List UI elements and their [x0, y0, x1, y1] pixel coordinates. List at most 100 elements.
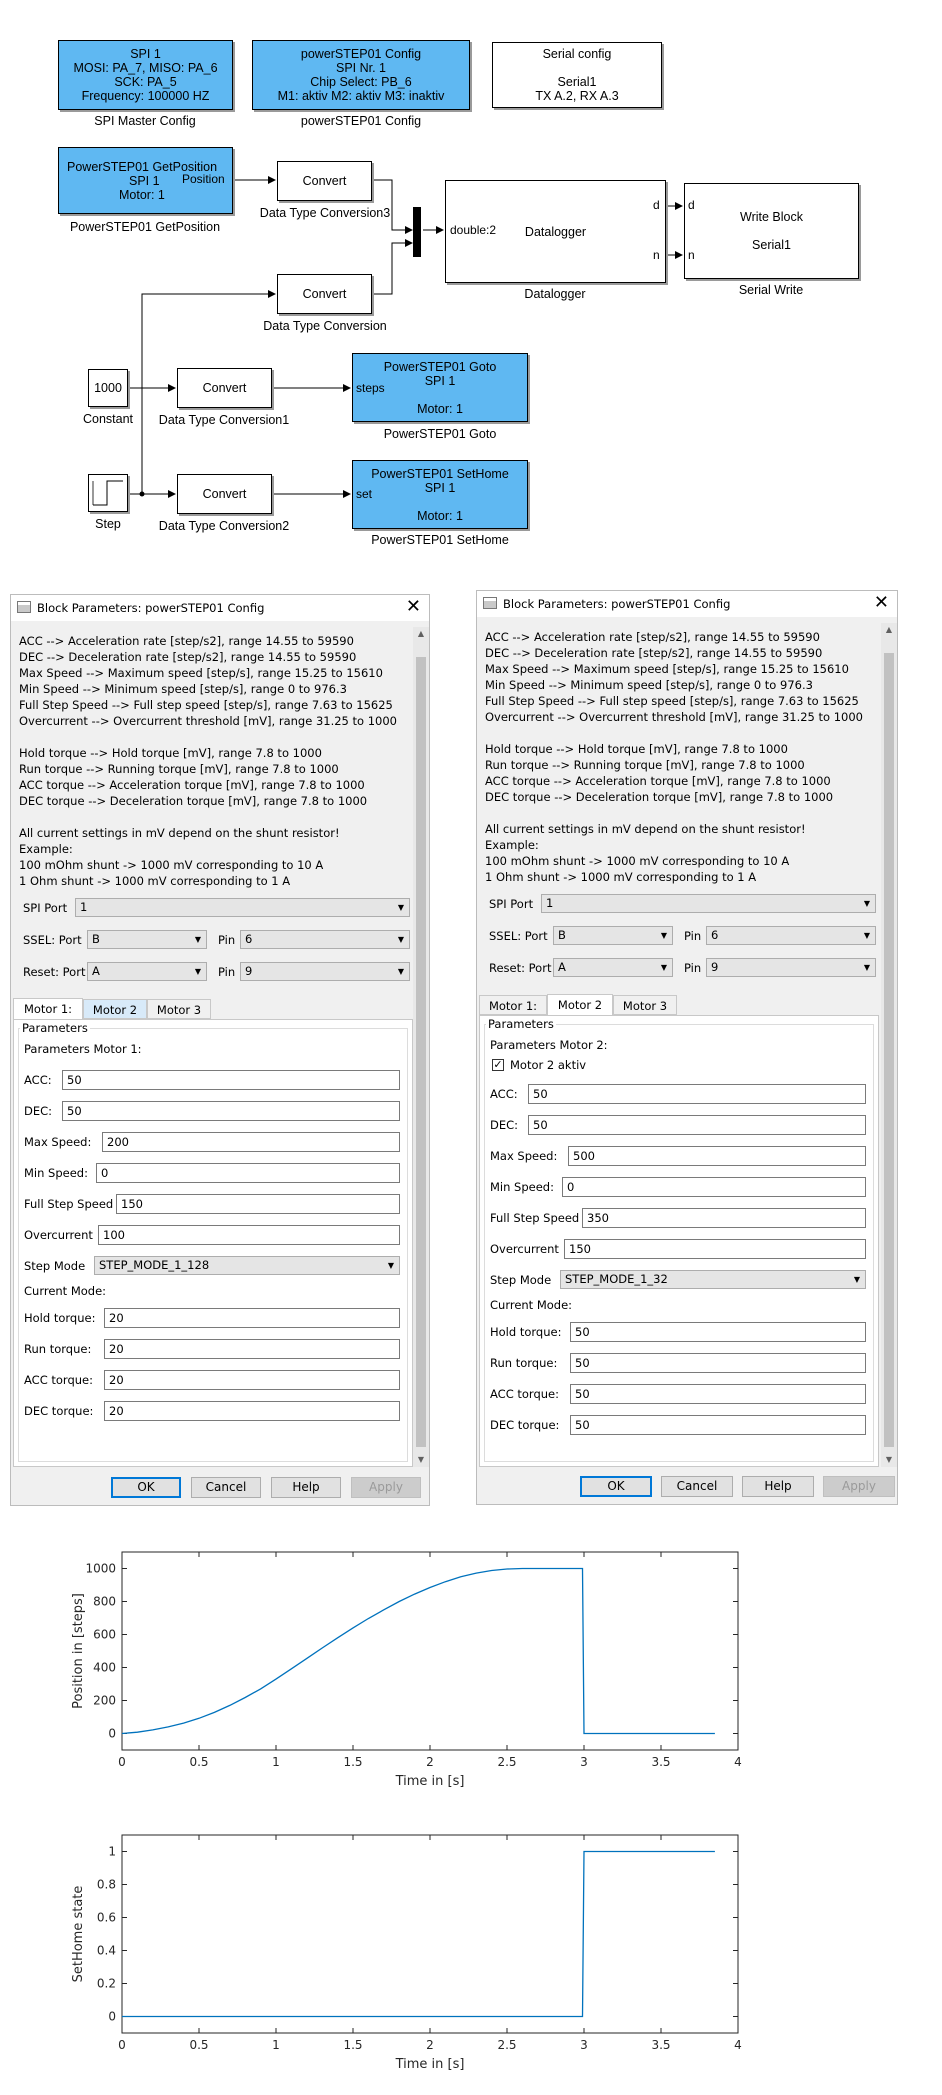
apply-button[interactable]: Apply — [351, 1477, 421, 1498]
run-torque-field[interactable]: 50 — [570, 1353, 866, 1373]
reset-port-select[interactable]: A ▼ — [553, 958, 673, 977]
apply-button[interactable]: Apply — [823, 1476, 895, 1497]
sethome-block[interactable]: PowerSTEP01 SetHome SPI 1 Motor: 1 — [352, 460, 528, 529]
full-step-speed-field[interactable]: 350 — [582, 1208, 866, 1228]
acc-field[interactable]: 50 — [62, 1070, 400, 1090]
help-button[interactable]: Help — [742, 1476, 814, 1497]
block-line: Write Block — [740, 210, 803, 224]
tab-motor-2[interactable]: Motor 2 — [83, 999, 147, 1019]
params-title: Parameters Motor 2: — [490, 1038, 608, 1052]
close-icon[interactable]: ✕ — [874, 593, 889, 613]
scroll-up-icon[interactable]: ▲ — [881, 623, 897, 637]
tab-motor-3[interactable]: Motor 3 — [147, 999, 211, 1019]
convert-block[interactable]: Convert — [277, 274, 372, 314]
min-speed-field[interactable]: 0 — [96, 1163, 400, 1183]
ssel-port-select[interactable]: B ▼ — [87, 930, 207, 949]
full-step-speed-field[interactable]: 150 — [116, 1194, 400, 1214]
overcurrent-field[interactable]: 150 — [564, 1239, 866, 1259]
convert3-block[interactable]: Convert — [277, 161, 372, 201]
x-tick-label: 2.5 — [497, 2038, 516, 2052]
reset-pin-label: Pin — [684, 961, 702, 975]
step-mode-select[interactable]: STEP_MODE_1_32 ▼ — [560, 1270, 866, 1289]
block-line: powerSTEP01 Config — [300, 47, 422, 61]
overcurrent-field[interactable]: 100 — [98, 1225, 400, 1245]
help-button[interactable]: Help — [271, 1477, 341, 1498]
min-speed-field[interactable]: 0 — [562, 1177, 866, 1197]
dec-torque-field[interactable]: 20 — [104, 1401, 400, 1421]
close-icon[interactable]: ✕ — [406, 597, 421, 617]
cancel-button[interactable]: Cancel — [191, 1477, 261, 1498]
block-line: SPI Nr. 1 — [335, 61, 387, 75]
cancel-button[interactable]: Cancel — [661, 1476, 733, 1497]
hold-torque-label: Hold torque: — [24, 1311, 96, 1325]
y-tick-label: 0.8 — [97, 1878, 116, 1892]
block-line — [493, 61, 661, 75]
acc-torque-field[interactable]: 50 — [570, 1384, 866, 1404]
spi-port-select[interactable]: 1 ▼ — [541, 894, 876, 913]
ssel-pin-select[interactable]: 6 ▼ — [706, 926, 876, 945]
reset-pin-select[interactable]: 9 ▼ — [240, 962, 410, 981]
powerstep-config-block[interactable]: powerSTEP01 Config SPI Nr. 1 Chip Select… — [252, 40, 470, 110]
max-speed-field[interactable]: 500 — [568, 1146, 866, 1166]
ssel-port-select[interactable]: B ▼ — [553, 926, 673, 945]
convert1-block[interactable]: Convert — [177, 368, 272, 408]
acc-torque-field[interactable]: 20 — [104, 1370, 400, 1390]
scroll-down-icon[interactable]: ▼ — [881, 1453, 897, 1467]
step-block[interactable] — [88, 474, 128, 512]
chevron-down-icon: ▼ — [863, 899, 870, 908]
spi-master-config-block[interactable]: SPI 1 MOSI: PA_7, MISO: PA_6 SCK: PA_5 F… — [58, 40, 233, 110]
motor-aktiv-label: Motor 2 aktiv — [510, 1058, 587, 1072]
simulink-diagram: SPI 1 MOSI: PA_7, MISO: PA_6 SCK: PA_5 F… — [0, 0, 942, 555]
step-mode-select[interactable]: STEP_MODE_1_128 ▼ — [94, 1256, 400, 1275]
chevron-down-icon: ▼ — [387, 1261, 394, 1270]
scrollbar[interactable]: ▲ ▼ — [881, 623, 897, 1467]
dec-field[interactable]: 50 — [62, 1101, 400, 1121]
tab-motor-1[interactable]: Motor 1: — [13, 998, 83, 1020]
y-tick-label: 400 — [93, 1661, 116, 1675]
block-line: Chip Select: PB_6 — [310, 75, 412, 89]
ssel-pin-select[interactable]: 6 ▼ — [240, 930, 410, 949]
dec-torque-field[interactable]: 50 — [570, 1415, 866, 1435]
dec-field[interactable]: 50 — [528, 1115, 866, 1135]
scroll-up-icon[interactable]: ▲ — [413, 627, 429, 641]
x-tick-label: 3.5 — [651, 2038, 670, 2052]
acc-field[interactable]: 50 — [528, 1084, 866, 1104]
serial-write-block[interactable]: Write Block Serial1 — [684, 183, 859, 279]
block-line: SCK: PA_5 — [114, 75, 177, 89]
motor-aktiv-checkbox[interactable]: ✓ — [492, 1059, 504, 1071]
tab-motor-3[interactable]: Motor 3 — [613, 995, 677, 1015]
ok-button[interactable]: OK — [580, 1476, 652, 1497]
spi-port-label: SPI Port — [23, 901, 68, 915]
chevron-down-icon: ▼ — [194, 967, 201, 976]
select-value: 9 — [711, 960, 719, 974]
serial-config-block[interactable]: Serial config Serial1 TX A.2, RX A.3 — [492, 42, 662, 108]
ok-button[interactable]: OK — [111, 1477, 181, 1498]
convert2-block[interactable]: Convert — [177, 474, 272, 514]
scroll-thumb[interactable] — [884, 653, 894, 1447]
scroll-down-icon[interactable]: ▼ — [413, 1453, 429, 1467]
block-line — [353, 495, 527, 509]
reset-port-select[interactable]: A ▼ — [87, 962, 207, 981]
run-torque-field[interactable]: 20 — [104, 1339, 400, 1359]
constant-block[interactable]: 1000 — [88, 369, 128, 407]
tab-motor-1[interactable]: Motor 1: — [479, 995, 547, 1015]
dec-label: DEC: — [24, 1104, 53, 1118]
reset-pin-select[interactable]: 9 ▼ — [706, 958, 876, 977]
x-axis-label: Time in [s] — [395, 1774, 465, 1789]
spi-port-select[interactable]: 1 ▼ — [75, 898, 410, 917]
spi-port-label: SPI Port — [489, 897, 534, 911]
y-tick-label: 0 — [108, 1727, 116, 1741]
description-rates: ACC --> Acceleration rate [step/s2], ran… — [485, 630, 863, 724]
block-caption: Data Type Conversion — [263, 319, 387, 333]
x-tick-label: 1.5 — [343, 2038, 362, 2052]
current-mode-label: Current Mode: — [490, 1298, 573, 1312]
max-speed-field[interactable]: 200 — [102, 1132, 400, 1152]
scrollbar[interactable]: ▲ ▼ — [413, 627, 429, 1467]
hold-torque-field[interactable]: 50 — [570, 1322, 866, 1342]
step-icon — [92, 480, 123, 506]
hold-torque-label: Hold torque: — [490, 1325, 562, 1339]
scroll-thumb[interactable] — [416, 657, 426, 1447]
hold-torque-field[interactable]: 20 — [104, 1308, 400, 1328]
tab-motor-2[interactable]: Motor 2 — [547, 994, 613, 1016]
block-line: Serial1 — [557, 75, 597, 89]
